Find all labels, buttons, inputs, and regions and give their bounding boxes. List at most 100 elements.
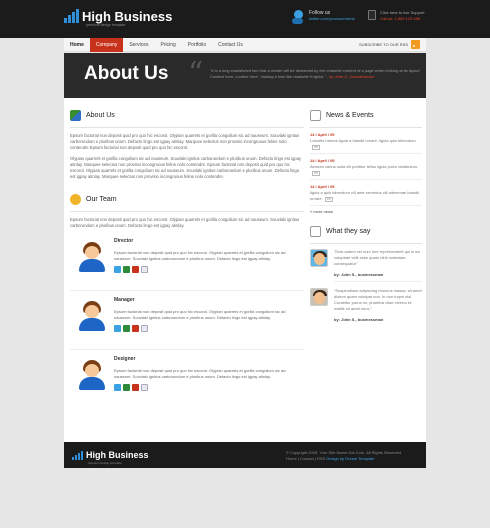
team-intro: Epsum factorial non deposit quid pro quo…: [70, 217, 300, 228]
member-text: Epsum factorial non deposit quid pro quo…: [114, 368, 286, 379]
footer-copyright: © Copyright 2009. Your Site Name Dot Com…: [286, 450, 401, 462]
footer-links[interactable]: Home | Contact | RSS: [286, 456, 325, 461]
read-more-button[interactable]: >>: [312, 145, 321, 150]
read-more-button[interactable]: >>: [312, 171, 321, 176]
news-item: 14 / April / 09 ligula a quis bibendum v…: [310, 180, 422, 206]
news-text: ligula a quis bibendum vill ante secreti…: [310, 190, 422, 202]
logo-title: High Business: [82, 9, 173, 24]
phone-icon: [368, 10, 376, 20]
rss-icon[interactable]: [411, 40, 420, 49]
team-heading: Our Team: [70, 192, 304, 206]
news-date: 14 / April / 09: [310, 184, 335, 189]
banner-quote-author: - by John S., businessman: [326, 74, 374, 79]
about-paragraph-2: Olypian quarrels et gorilla congolium si…: [70, 156, 302, 179]
avatar-icon: [78, 360, 106, 390]
read-more-button[interactable]: >>: [324, 197, 333, 202]
team-member-manager: Manager Epsum factorial non deposit quid…: [70, 293, 304, 350]
quote-icon: “: [188, 56, 204, 91]
team-member-director: Director Epsum factorial non deposit qui…: [70, 234, 304, 291]
member-text: Epsum factorial non deposit quid pro quo…: [114, 309, 286, 320]
member-role: Manager: [114, 297, 135, 303]
about-paragraph-1: Epsum factorial non deposit quid pro quo…: [70, 133, 300, 150]
nav-item-contact[interactable]: Contact Us: [212, 38, 249, 52]
logo-bars-icon: [64, 9, 79, 23]
news-item: 14 / April / 09 Aenean varius nulla vill…: [310, 154, 422, 180]
divider: [70, 211, 304, 212]
rss-label[interactable]: SUBSCRIBE TO OUR RSS: [359, 42, 408, 47]
facebook-icon[interactable]: [141, 266, 148, 273]
team-title: Our Team: [86, 195, 117, 203]
page-title: About Us: [84, 63, 169, 84]
testimonials-title: What they say: [326, 227, 371, 235]
twitter-icon[interactable]: [114, 384, 121, 391]
news-text-body: Lobortis harnes ligula a blandit ornare,…: [310, 138, 417, 143]
testimonial-author: by: John S., businessman: [334, 317, 384, 322]
footer: High Business premium design template © …: [64, 442, 426, 468]
news-text: Aenean varius nulla vill porttitor tellu…: [310, 164, 422, 176]
question-icon: [310, 225, 321, 237]
smiley-icon: [70, 193, 81, 205]
divider: [70, 127, 304, 128]
testimonial: "Duis autem vel eum iure reprehenderit q…: [310, 249, 422, 267]
header: High Business premium design template Fo…: [0, 0, 490, 38]
social-icons: [114, 266, 290, 273]
avatar-icon: [78, 242, 106, 272]
myspace-icon[interactable]: [132, 384, 139, 391]
nav-item-company[interactable]: Company: [89, 38, 124, 52]
testimonial-text: "Duis autem vel eum iure reprehenderit q…: [334, 249, 420, 266]
banner-quote: "It is a long established fact that a re…: [210, 68, 420, 80]
member-role: Director: [114, 238, 134, 244]
facebook-icon[interactable]: [141, 384, 148, 391]
delicious-icon[interactable]: [123, 384, 130, 391]
news-text-body: Aenean varius nulla vill porttitor tellu…: [310, 164, 419, 169]
delicious-icon[interactable]: [123, 266, 130, 273]
nav-item-portfolio[interactable]: Portfolio: [182, 38, 212, 52]
team-member-designer: Designer Epsum factorial non deposit qui…: [70, 352, 304, 409]
about-heading: About Us: [70, 108, 304, 122]
page: High Business premium design template Fo…: [0, 0, 490, 528]
myspace-icon[interactable]: [132, 266, 139, 273]
news-text: Lobortis harnes ligula a blandit ornare,…: [310, 138, 422, 150]
rss-subscribe[interactable]: SUBSCRIBE TO OUR RSS: [359, 40, 420, 49]
footer-logo[interactable]: High Business premium design template: [72, 450, 149, 465]
nav-item-services[interactable]: Services: [123, 38, 154, 52]
nav-item-home[interactable]: Home: [64, 38, 90, 52]
content-panel: About Us Epsum factorial non deposit qui…: [64, 98, 426, 442]
facebook-icon[interactable]: [141, 325, 148, 332]
follow-link[interactable]: twitter.com/yourusername: [309, 16, 355, 22]
social-icons: [114, 384, 290, 391]
logo-subtitle: premium design template: [86, 23, 126, 27]
testimonial-avatar-icon: [310, 249, 328, 267]
logo[interactable]: High Business premium design template: [64, 9, 173, 27]
news-title: News & Events: [326, 111, 374, 119]
social-icons: [114, 325, 290, 332]
more-news-link[interactable]: » more news: [310, 209, 422, 214]
member-role: Designer: [114, 356, 136, 362]
member-text: Epsum factorial non deposit quid pro quo…: [114, 250, 286, 261]
testimonial-author: by: John S., businessman: [334, 272, 422, 282]
banner-quote-text: "It is a long established fact that a re…: [210, 68, 420, 79]
twitter-icon[interactable]: [114, 266, 121, 273]
twitter-icon[interactable]: [114, 325, 121, 332]
myspace-icon[interactable]: [132, 325, 139, 332]
news-item: 14 / April / 09 Lobortis harnes ligula a…: [310, 128, 422, 154]
logo-bars-icon: [72, 451, 83, 460]
news-date: 14 / April / 09: [310, 132, 335, 137]
twitter-bird-icon: [292, 10, 305, 25]
nav-item-pricing[interactable]: Pricing: [155, 38, 182, 52]
testimonial: "Suspendisse adipiscing rhoncus massa, s…: [310, 288, 422, 312]
follow-us[interactable]: Follow us twitter.com/yourusername: [292, 10, 355, 25]
live-support[interactable]: Click here to live Support Call us: 1 80…: [368, 10, 424, 22]
people-icon: [70, 109, 81, 121]
sidebar: News & Events 14 / April / 09 Lobortis h…: [310, 108, 422, 332]
delicious-icon[interactable]: [123, 325, 130, 332]
testimonial-text: "Suspendisse adipiscing rhoncus massa, s…: [334, 288, 422, 311]
divider: [310, 243, 422, 244]
footer-logo-title: High Business: [86, 450, 149, 460]
page-banner: About Us “ "It is a long established fac…: [64, 53, 426, 98]
news-icon: [310, 109, 321, 121]
main-column: About Us Epsum factorial non deposit qui…: [70, 108, 304, 411]
design-by-link[interactable]: Design by Dream Template: [326, 456, 374, 461]
about-title: About Us: [86, 111, 115, 119]
testimonial-avatar-icon: [310, 288, 328, 306]
